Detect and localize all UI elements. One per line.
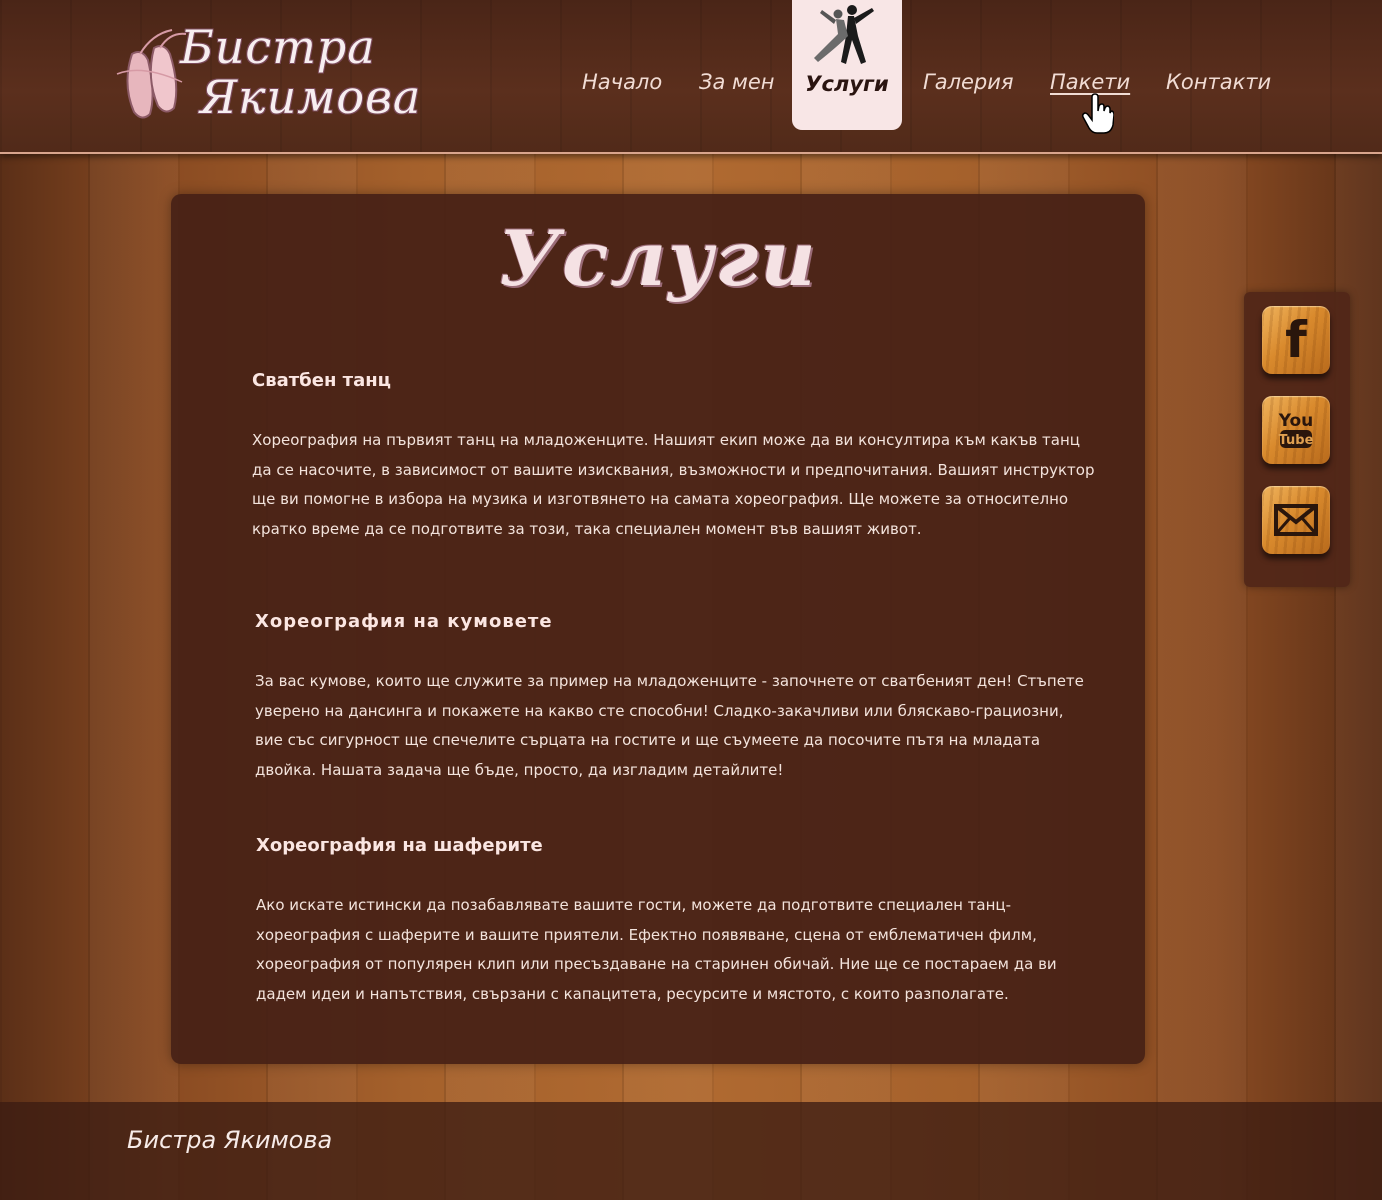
logo-line-1: Бистра: [180, 20, 376, 74]
youtube-button[interactable]: You Tube: [1262, 396, 1330, 464]
section-text-bridesmaids: Ако искате истински да позабавлявате ваш…: [256, 896, 1057, 1003]
section-heading-wedding-dance: Сватбен танц: [252, 370, 392, 391]
nav-item-about[interactable]: За мен: [699, 70, 775, 94]
facebook-icon: f: [1285, 311, 1307, 369]
nav-item-packages[interactable]: Пакети: [1050, 70, 1130, 94]
dancing-couple-icon: [814, 5, 874, 64]
header: Бистра Якимова Начало За мен Услуги Гале…: [0, 0, 1382, 154]
youtube-icon: You Tube: [1278, 411, 1314, 448]
logo-line-2: Якимова: [200, 70, 422, 124]
services-panel: Услуги Сватбен танц Хореография на първи…: [171, 194, 1145, 1064]
svg-text:You: You: [1278, 411, 1314, 431]
nav-item-services-label: Услуги: [805, 72, 889, 96]
nav-item-home[interactable]: Начало: [582, 70, 662, 94]
main-nav: Начало За мен Услуги Галерия Пакети Конт…: [566, 0, 1286, 130]
facebook-button[interactable]: f: [1262, 306, 1330, 374]
site-logo[interactable]: Бистра Якимова: [108, 18, 468, 130]
nav-item-gallery[interactable]: Галерия: [923, 70, 1014, 94]
hand-cursor-icon: [1082, 93, 1114, 134]
section-text-godparents: За вас кумове, които ще служите за приме…: [255, 672, 1084, 779]
section-heading-bridesmaids: Хореография на шаферите: [256, 835, 543, 856]
social-sidebar: f You Tube: [1244, 292, 1350, 587]
footer-name: Бистра Якимова: [127, 1126, 333, 1154]
mail-icon: [1274, 504, 1318, 536]
svg-text:Tube: Tube: [1279, 433, 1314, 448]
footer: Бистра Якимова: [0, 1102, 1382, 1200]
section-heading-godparents: Хореография на кумовете: [255, 611, 553, 632]
nav-item-contacts[interactable]: Контакти: [1166, 70, 1271, 94]
section-text-wedding-dance: Хореография на първият танц на младоженц…: [252, 431, 1095, 538]
nav-item-services[interactable]: Услуги: [792, 0, 902, 130]
page-title: Услуги: [498, 214, 818, 303]
mail-button[interactable]: [1262, 486, 1330, 554]
